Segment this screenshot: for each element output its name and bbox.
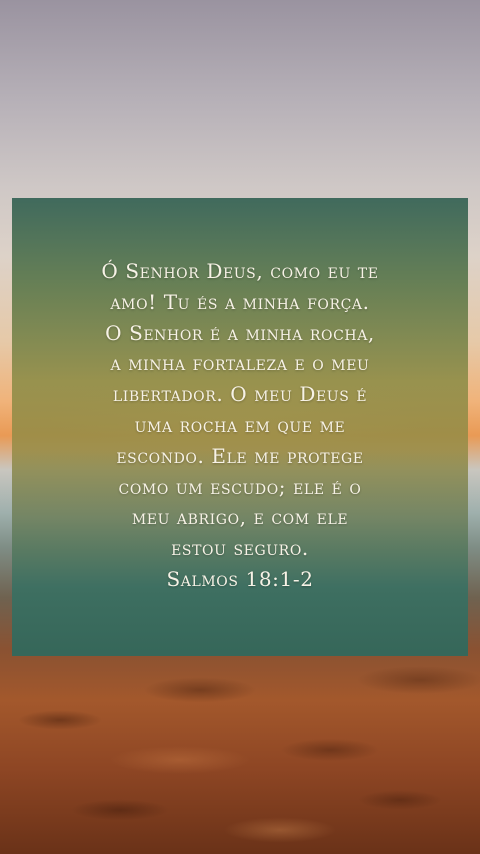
bible-verse-card: Ó Senhor Deus, como eu te amo! Tu és a m… [12,198,468,656]
verse-line: meu abrigo, e com ele [131,505,349,530]
verse-line: amo! Tu és a minha força. [110,289,370,314]
verse-line: como um escudo; ele é o [118,474,362,499]
verse-line: libertador. O meu Deus é [112,382,368,407]
verse-line: a minha fortaleza e o meu [110,351,370,376]
verse-reference: Salmos 18:1-2 [166,566,314,591]
verse-line: O Senhor é a minha rocha, [105,320,375,345]
verse-line: estou seguro. [171,536,309,561]
beach-sunset-background: Ó Senhor Deus, como eu te amo! Tu és a m… [0,0,480,854]
verse-line: uma rocha em que me [134,412,346,437]
verse-line: Ó Senhor Deus, como eu te [101,259,379,283]
verse-text: Ó Senhor Deus, como eu te amo! Tu és a m… [36,256,444,595]
verse-line: escondo. Ele me protege [116,443,364,468]
